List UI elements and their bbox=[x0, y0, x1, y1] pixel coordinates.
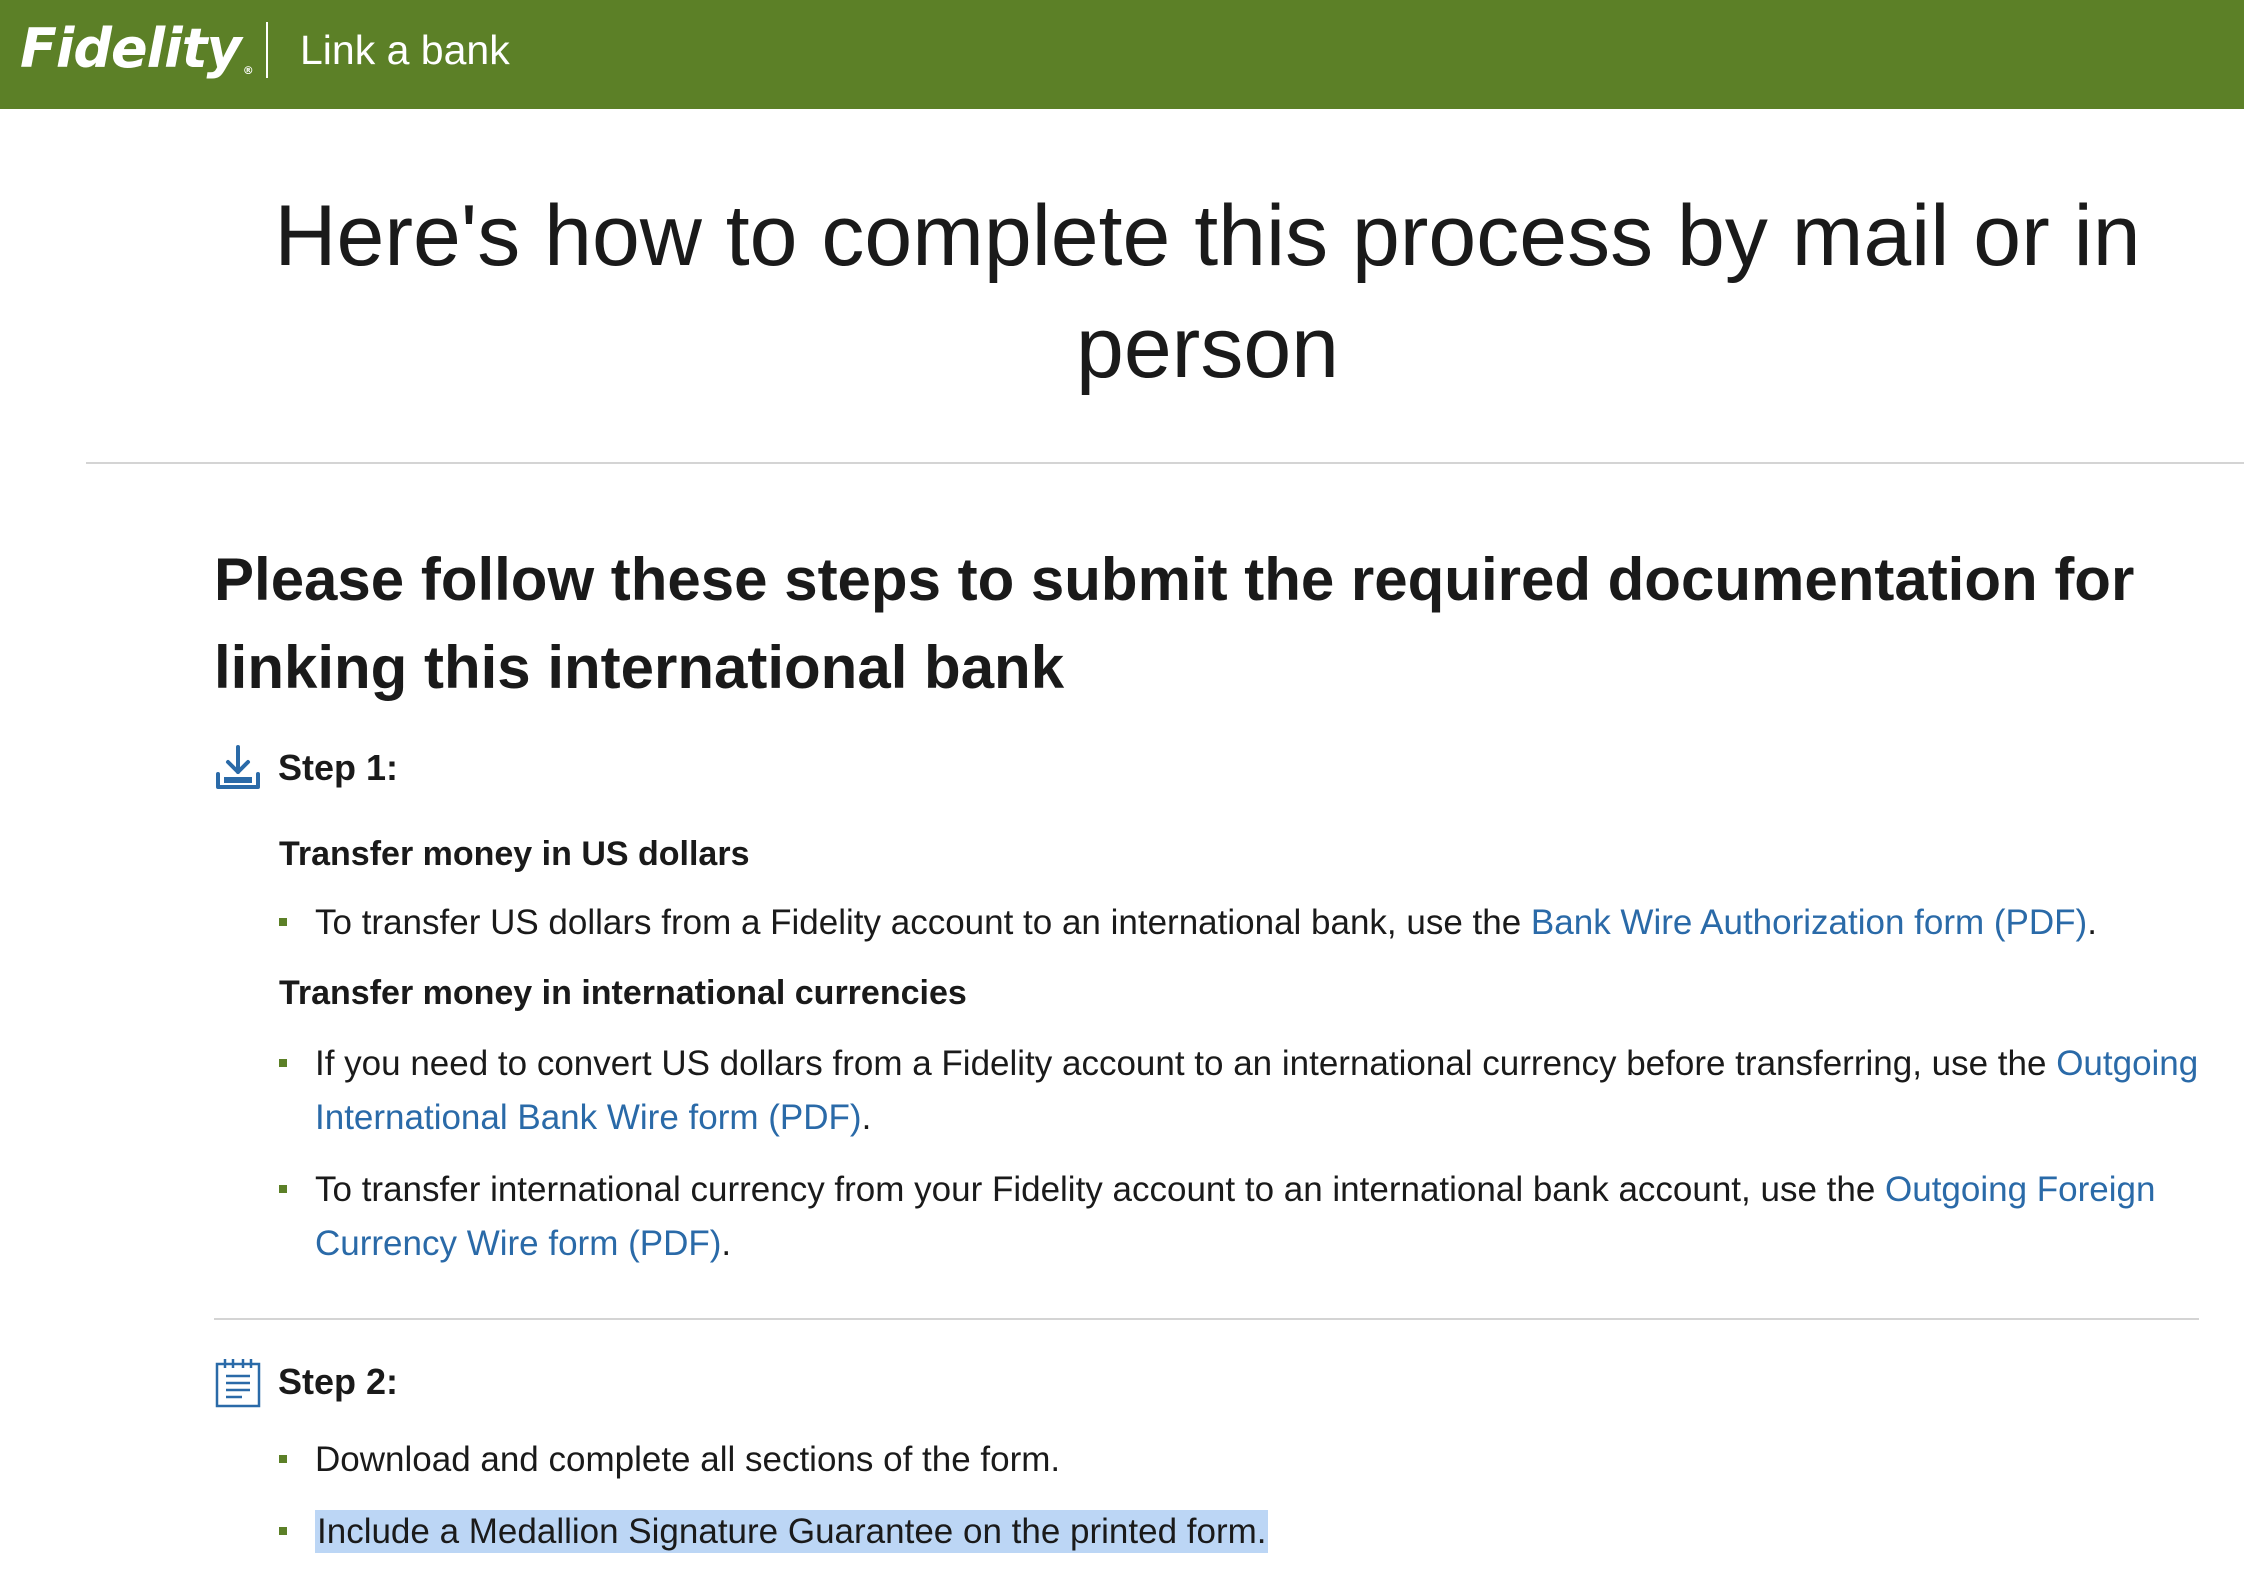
bullet-marker bbox=[279, 1527, 287, 1535]
bullet-text-end: . bbox=[861, 1098, 872, 1137]
bullet-marker bbox=[279, 918, 287, 926]
header-divider bbox=[266, 22, 268, 78]
bullet-text: To transfer international currency from … bbox=[315, 1170, 1886, 1209]
bullet-text: If you need to convert US dollars from a… bbox=[315, 1044, 2057, 1083]
logo-text: Fidelity bbox=[20, 17, 242, 80]
list-item: If you need to convert US dollars from a… bbox=[279, 1037, 2199, 1145]
bullet-marker bbox=[279, 1185, 287, 1193]
step-1-label: Step 1: bbox=[278, 747, 399, 788]
step-divider bbox=[214, 1318, 2199, 1320]
fidelity-logo[interactable]: Fidelity ® bbox=[20, 22, 254, 77]
list-item: Download and complete all sections of th… bbox=[279, 1433, 2199, 1487]
step-2-label: Step 2: bbox=[278, 1361, 399, 1402]
group-title-international-currencies: Transfer money in international currenci… bbox=[279, 974, 967, 1012]
bullet-text: Download and complete all sections of th… bbox=[315, 1440, 1061, 1479]
group-title-us-dollars: Transfer money in US dollars bbox=[279, 835, 750, 873]
bullet-marker bbox=[279, 1059, 287, 1067]
instructions-heading: Please follow these steps to submit the … bbox=[214, 546, 2135, 701]
bank-wire-authorization-form-link[interactable]: Bank Wire Authorization form (PDF) bbox=[1531, 903, 2087, 942]
header-title: Link a bank bbox=[300, 27, 510, 73]
step-2-header: Step 2: bbox=[214, 1358, 399, 1408]
top-bar: Fidelity ® Link a bank bbox=[0, 0, 2244, 109]
logo-registered-mark: ® bbox=[242, 64, 254, 77]
bullet-text-end: . bbox=[721, 1224, 732, 1263]
selected-text: Include a Medallion Signature Guarantee … bbox=[315, 1510, 1269, 1553]
form-document-icon bbox=[214, 1358, 262, 1408]
bullet-text-end: . bbox=[2087, 903, 2097, 942]
bullet-text: To transfer US dollars from a Fidelity a… bbox=[315, 903, 1531, 942]
step-1-header: Step 1: bbox=[214, 744, 398, 792]
page-title: Here's how to complete this process by m… bbox=[274, 188, 2141, 396]
section-divider bbox=[86, 462, 2244, 464]
bullet-marker bbox=[279, 1455, 287, 1463]
list-item: Include a Medallion Signature Guarantee … bbox=[279, 1505, 2199, 1559]
download-icon bbox=[214, 744, 262, 792]
list-item: To transfer US dollars from a Fidelity a… bbox=[279, 896, 2199, 950]
list-item: To transfer international currency from … bbox=[279, 1163, 2199, 1271]
